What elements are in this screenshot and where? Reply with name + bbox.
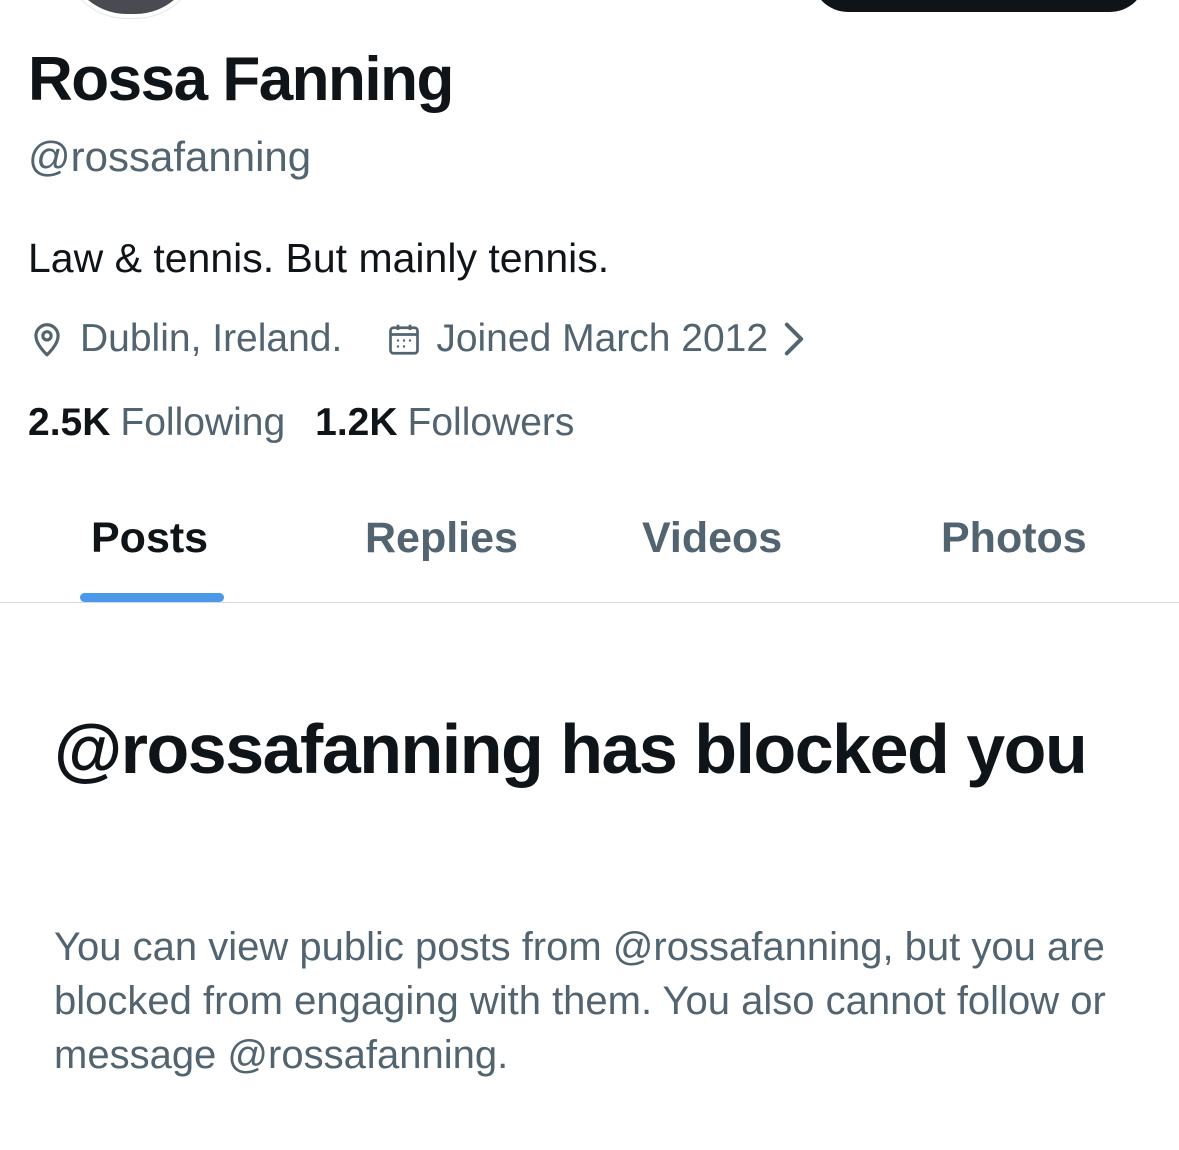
location-text: Dublin, Ireland. bbox=[80, 317, 343, 360]
followers-link[interactable]: 1.2K Followers bbox=[315, 401, 574, 445]
active-tab-indicator bbox=[80, 593, 224, 602]
blocked-description: You can view public posts from @rossafan… bbox=[54, 925, 1106, 1077]
joined-text: Joined March 2012 bbox=[436, 317, 769, 360]
location-item: Dublin, Ireland. bbox=[28, 317, 342, 361]
followers-count: 1.2K bbox=[315, 401, 398, 444]
following-count: 2.5K bbox=[28, 401, 111, 444]
calendar-icon bbox=[389, 324, 420, 355]
profile-meta-row: Dublin, Ireland. Joined March 2012 bbox=[28, 314, 806, 364]
following-label: Following bbox=[120, 401, 286, 444]
profile-action-button[interactable] bbox=[812, 0, 1146, 12]
followers-label: Followers bbox=[407, 401, 575, 444]
joined-item[interactable]: Joined March 2012 bbox=[386, 317, 806, 361]
profile-handle: @rossafanning bbox=[28, 133, 312, 180]
following-link[interactable]: 2.5K Following bbox=[28, 401, 285, 445]
profile-bio: Law & tennis. But mainly tennis. bbox=[28, 235, 610, 281]
avatar[interactable] bbox=[62, 0, 200, 18]
display-name: Rossa Fanning bbox=[28, 45, 454, 114]
blocked-heading: @rossafanning has blocked you bbox=[54, 710, 1088, 788]
follow-counts: 2.5K Following 1.2K Followers bbox=[28, 398, 574, 448]
location-pin-icon bbox=[34, 323, 60, 357]
tab-posts[interactable]: Posts bbox=[91, 508, 208, 568]
tabs-divider bbox=[0, 602, 1179, 603]
tab-videos[interactable]: Videos bbox=[642, 508, 782, 568]
chevron-right-icon bbox=[784, 322, 804, 356]
tab-replies[interactable]: Replies bbox=[365, 508, 518, 568]
tab-photos[interactable]: Photos bbox=[941, 508, 1087, 568]
